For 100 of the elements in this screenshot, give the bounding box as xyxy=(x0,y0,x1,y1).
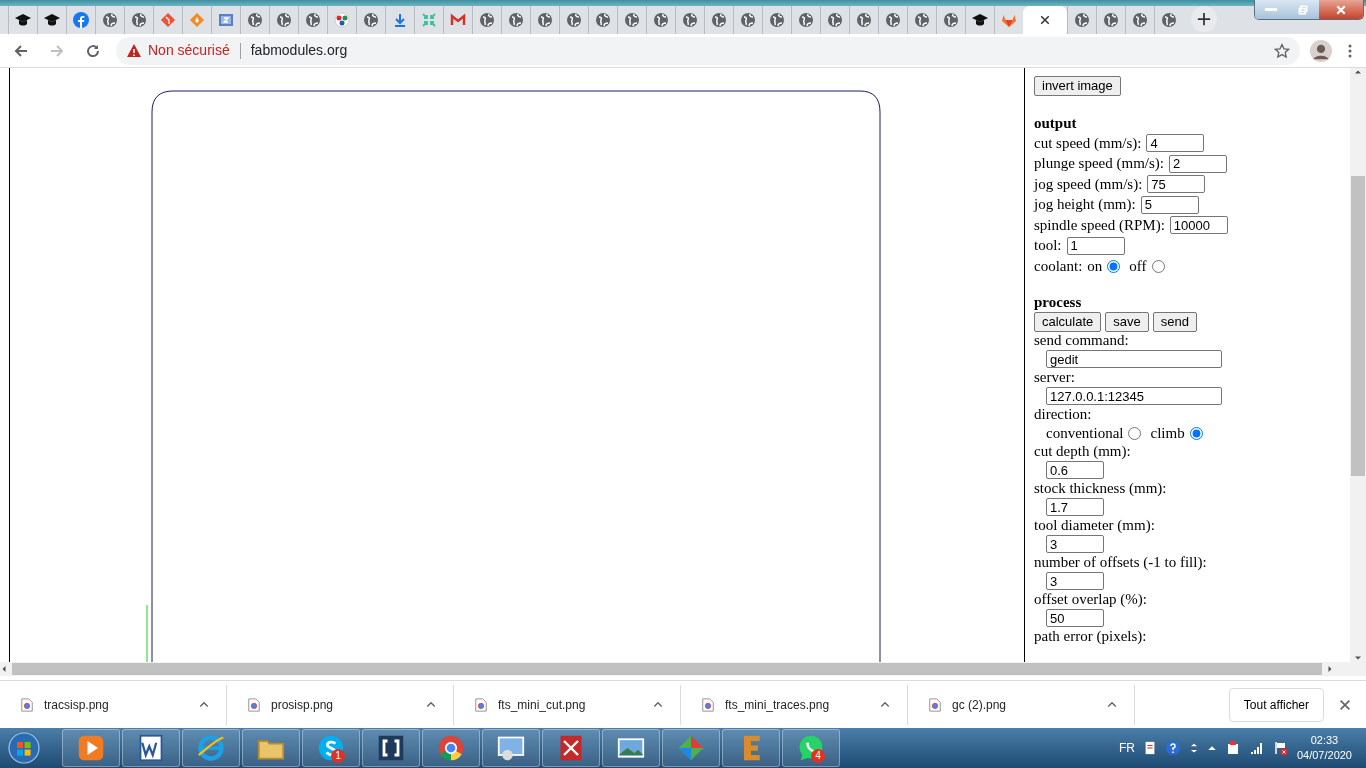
graduation-cap-icon xyxy=(15,12,31,28)
new-tab-button[interactable] xyxy=(1191,6,1217,32)
close-icon xyxy=(1338,697,1352,712)
image-file-icon xyxy=(474,696,488,713)
globe-icon xyxy=(537,12,553,28)
action-button[interactable]: save xyxy=(1105,311,1149,332)
taskbar-app[interactable]: 4 xyxy=(782,729,840,767)
input-field[interactable]: 127.0.0.1:12345 xyxy=(1046,387,1222,406)
clock-date[interactable]: 04/07/2020 xyxy=(1296,748,1352,763)
taskbar-app[interactable]: 1 xyxy=(302,729,360,767)
radio-button[interactable] xyxy=(1151,259,1165,273)
input-field[interactable]: 50 xyxy=(1046,609,1104,628)
field-label: stock thickness (mm): xyxy=(1034,479,1167,499)
z-file-icon xyxy=(218,12,234,28)
field-label: jog height (mm): xyxy=(1034,195,1136,215)
field-label: cut depth (mm): xyxy=(1034,442,1131,462)
globe-icon xyxy=(131,12,147,28)
signal-bars-icon[interactable] xyxy=(1248,740,1265,756)
w-document-icon xyxy=(137,734,165,762)
download-item[interactable]: prosisp.png xyxy=(271,695,415,714)
language-indicator[interactable]: FR xyxy=(1118,739,1135,757)
globe-icon xyxy=(305,12,321,28)
globe-icon xyxy=(943,12,959,28)
download-item[interactable]: tracsisp.png xyxy=(44,695,188,714)
action-button[interactable]: send xyxy=(1152,311,1197,332)
help-icon[interactable] xyxy=(1164,740,1181,756)
globe-icon xyxy=(1132,12,1148,28)
globe-icon xyxy=(798,12,814,28)
globe-icon xyxy=(914,12,930,28)
play-icon xyxy=(77,734,105,762)
globe-icon xyxy=(653,12,669,28)
url-text[interactable]: fabmodules.org xyxy=(250,40,348,61)
show-all-button[interactable]: Tout afficher xyxy=(1228,687,1324,722)
warning-icon xyxy=(126,42,142,59)
taskbar-app[interactable] xyxy=(62,729,120,767)
avatar-icon[interactable] xyxy=(1310,39,1332,62)
input-field[interactable]: 4 xyxy=(1146,134,1205,153)
restore-icon xyxy=(1297,3,1309,16)
input-field[interactable]: gedit xyxy=(1046,350,1222,369)
globe-icon xyxy=(1103,12,1119,28)
globe-icon xyxy=(624,12,640,28)
start-marker-line xyxy=(146,604,148,662)
globe-icon xyxy=(566,12,582,28)
scroll-left-icon xyxy=(0,665,8,673)
radio-label: off xyxy=(1129,256,1147,276)
notification-count: 1 xyxy=(331,749,345,763)
image-file-icon xyxy=(247,696,261,713)
input-field[interactable]: 1.7 xyxy=(1046,498,1104,517)
chrome-logo-icon xyxy=(437,734,465,762)
e-logo-icon xyxy=(197,734,225,762)
input-field[interactable]: 75 xyxy=(1147,175,1206,194)
network-error-icon[interactable] xyxy=(1272,740,1289,756)
horizontal-scrollbar[interactable] xyxy=(0,662,1366,676)
vertical-scrollbar[interactable] xyxy=(1350,68,1366,662)
input-field[interactable]: 3 xyxy=(1046,572,1104,591)
taskbar-app[interactable] xyxy=(362,729,420,767)
input-field[interactable]: 1 xyxy=(1066,236,1125,255)
radio-button[interactable] xyxy=(1189,426,1203,440)
input-field[interactable]: 5 xyxy=(1140,195,1199,214)
star-icon[interactable] xyxy=(1274,42,1290,59)
field-label: path error (pixels): xyxy=(1034,627,1147,647)
mail-m-icon xyxy=(450,12,466,28)
invert-image-button[interactable]: invert image xyxy=(1034,76,1121,96)
clock-time[interactable]: 02:33 xyxy=(1296,733,1352,748)
field-label: jog speed (mm/s): xyxy=(1034,174,1143,194)
action-button[interactable]: calculate xyxy=(1034,311,1102,332)
field-label: tool: xyxy=(1034,236,1062,256)
download-item[interactable]: fts_mini_cut.png xyxy=(498,695,642,714)
taskbar-app[interactable] xyxy=(482,729,540,767)
globe-icon xyxy=(276,12,292,28)
globe-icon xyxy=(856,12,872,28)
section-title: process xyxy=(1034,292,1083,312)
radio-button[interactable] xyxy=(1128,426,1142,440)
globe-icon xyxy=(711,12,727,28)
field-label: direction: xyxy=(1034,405,1092,425)
reload-icon xyxy=(85,42,101,59)
download-item[interactable]: gc (2).png xyxy=(952,695,1096,714)
graduation-cap-icon xyxy=(972,12,988,28)
security-label[interactable]: Non sécurisé xyxy=(148,40,230,61)
input-field[interactable]: 2 xyxy=(1169,154,1227,173)
forward-arrow-icon xyxy=(49,42,65,59)
radio-button[interactable] xyxy=(1107,259,1121,273)
globe-icon xyxy=(508,12,524,28)
download-item[interactable]: fts_mini_traces.png xyxy=(725,695,869,714)
address-bar[interactable]: Non sécurisé fabmodules.org xyxy=(116,36,1300,65)
field-label: plunge speed (mm/s): xyxy=(1034,154,1164,174)
bracket-frame-icon xyxy=(377,734,405,762)
globe-icon xyxy=(247,12,263,28)
scroll-right-icon xyxy=(1326,665,1334,673)
close-icon[interactable] xyxy=(1039,14,1051,26)
input-field[interactable]: 0.6 xyxy=(1046,461,1104,480)
taskbar-app[interactable] xyxy=(122,729,180,767)
field-label: send command: xyxy=(1034,331,1129,351)
input-field[interactable]: 3 xyxy=(1046,535,1104,554)
graduation-cap-icon xyxy=(44,12,60,28)
taskbar-app[interactable] xyxy=(602,729,660,767)
fox-logo-icon xyxy=(1001,12,1017,28)
input-field[interactable]: 10000 xyxy=(1169,216,1228,235)
taskbar-app[interactable] xyxy=(542,729,600,767)
close-window-button[interactable] xyxy=(1319,0,1363,19)
